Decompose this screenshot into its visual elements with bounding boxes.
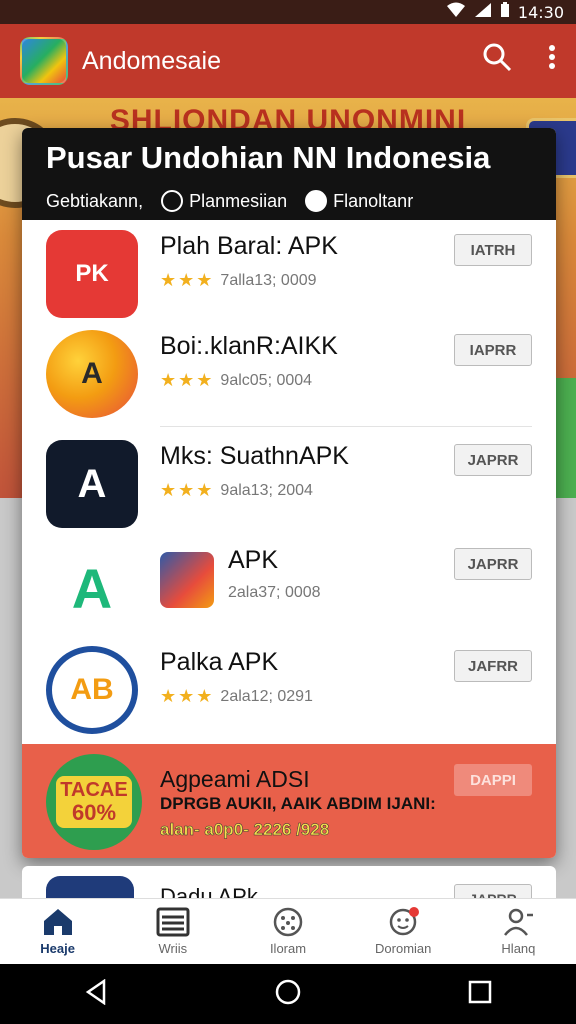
rating-text: 7alla13; 0009 — [220, 271, 317, 289]
nav-games[interactable]: Iloram — [230, 899, 345, 964]
app-icon: A — [46, 330, 138, 418]
divider — [160, 426, 532, 427]
chip-label: Gebtiakann, — [46, 190, 144, 211]
more-vert-icon[interactable] — [548, 44, 556, 75]
install-button[interactable]: IAPRR — [454, 334, 532, 366]
app-row[interactable]: A APK 2ala37; 0008 JAPRR — [22, 538, 556, 638]
nav-label: Wriis — [158, 941, 188, 956]
app-icon-label: A — [77, 461, 107, 506]
nav-profile[interactable]: Hlanq — [461, 899, 576, 964]
promo-button[interactable]: DAPPI — [454, 764, 532, 796]
app-rating: ★★★ 9ala13; 2004 — [160, 480, 313, 501]
install-button[interactable]: JAPRR — [454, 548, 532, 580]
app-bar: Andomesaie — [0, 24, 576, 98]
app-icon-label: AB — [70, 673, 114, 706]
chip-label: Planmesiian — [189, 190, 288, 211]
card-header: Pusar Undohian NN Indonesia Gebtiakann, … — [22, 128, 556, 220]
grid-icon — [161, 190, 184, 212]
list-icon — [156, 907, 190, 937]
star-rating-icon: ★★★ — [160, 270, 215, 290]
app-icon: A — [46, 440, 138, 528]
app-rating: ★★★ 7alla13; 0009 — [160, 270, 317, 291]
status-icons: 14:30 — [446, 2, 564, 22]
app-row[interactable]: A Mks: SuathnAPK ★★★ 9ala13; 2004 JAPRR — [22, 434, 556, 534]
nav-label: Doromian — [375, 941, 432, 956]
promo-banner[interactable]: TACAE 60% Agpeami ADSI DPRGB AUKII, AAIK … — [22, 744, 556, 858]
search-icon[interactable] — [482, 42, 512, 77]
app-row[interactable]: A Boi:.klanR:AIKK ★★★ 9alc05; 0004 IAPRR — [22, 324, 556, 424]
app-icon: AB — [46, 646, 138, 734]
install-button[interactable]: JAFRR — [454, 650, 532, 682]
app-name: Plah Baral: APK — [160, 232, 338, 260]
app-logo[interactable] — [20, 37, 68, 85]
nav-list[interactable]: Wriis — [115, 899, 230, 964]
rating-text: 2ala12; 0291 — [220, 687, 313, 705]
nav-notifications[interactable]: Doromian — [346, 899, 461, 964]
app-title: Andomesaie — [82, 46, 221, 75]
nav-label: Iloram — [269, 941, 307, 956]
app-name: Boi:.klanR:AIKK — [160, 332, 338, 360]
app-icon-label: A — [81, 357, 103, 390]
home-icon — [43, 909, 72, 935]
rating-text: 9alc05; 0004 — [220, 371, 313, 389]
app-row[interactable]: AB Palka APK ★★★ 2ala12; 0291 JAFRR — [22, 640, 556, 740]
bottom-nav: Heaje Wriis Iloram Doromian Hlanq — [0, 898, 576, 964]
install-button[interactable]: JAPRR — [454, 444, 532, 476]
promo-badge-line1: TACAE — [60, 778, 128, 801]
promo-code: alan- a0p0- 2226 /928 — [160, 820, 330, 840]
recents-icon[interactable] — [468, 980, 492, 1009]
app-name: APK — [228, 546, 279, 574]
system-nav-bar — [0, 964, 576, 1024]
rating-text: 9ala13; 2004 — [220, 481, 313, 499]
chip-label: Flanoltanr — [333, 190, 414, 211]
app-icon: PK — [46, 230, 138, 318]
app-rating: ★★★ 2ala12; 0291 — [160, 686, 313, 707]
nav-label: Hlanq — [501, 941, 536, 956]
back-icon[interactable] — [84, 978, 108, 1010]
card-title: Pusar Undohian NN Indonesia — [46, 140, 491, 175]
app-secondary-icon — [160, 552, 214, 608]
gamepad-icon — [305, 190, 328, 212]
star-rating-icon: ★★★ — [160, 686, 215, 706]
promo-subtitle: DPRGB AUKII, AAIK ABDIM IJANI: — [160, 794, 436, 813]
app-rating: ★★★ 9alc05; 0004 — [160, 370, 312, 391]
status-time: 14:30 — [517, 2, 564, 22]
wifi-icon — [446, 2, 466, 22]
nav-home[interactable]: Heaje — [0, 899, 115, 964]
app-rating: 2ala37; 0008 — [228, 584, 321, 602]
nav-label: Heaje — [40, 941, 75, 956]
home-circle-icon[interactable] — [275, 979, 301, 1010]
app-icon: A — [46, 544, 138, 632]
app-name: Mks: SuathnAPK — [160, 442, 349, 470]
star-rating-icon: ★★★ — [160, 370, 215, 390]
install-button[interactable]: IATRH — [454, 234, 532, 266]
star-rating-icon: ★★★ — [160, 480, 215, 500]
battery-icon — [500, 2, 510, 22]
promo-badge: TACAE 60% — [46, 754, 142, 850]
chip-category-1[interactable]: Gebtiakann, — [46, 191, 143, 212]
category-chips: Gebtiakann, Planmesiian Flanoltanr — [46, 190, 532, 212]
promo-title: Agpeami ADSI — [160, 766, 310, 792]
promo-badge-line2: 60% — [71, 799, 117, 825]
status-bar: 14:30 — [0, 0, 576, 24]
smiley-notification-icon — [389, 907, 420, 936]
rating-text: 2ala37; 0008 — [228, 584, 321, 601]
signal-icon — [474, 2, 492, 22]
app-name: Palka APK — [160, 648, 279, 676]
app-actions — [482, 42, 556, 77]
app-list-card: Pusar Undohian NN Indonesia Gebtiakann, … — [22, 128, 556, 858]
app-icon-label: A — [71, 556, 113, 620]
person-icon — [504, 908, 534, 936]
chip-category-2[interactable]: Planmesiian — [161, 190, 287, 212]
dice-icon — [273, 907, 303, 937]
app-row[interactable]: PK Plah Baral: APK ★★★ 7alla13; 0009 IATR… — [22, 224, 556, 324]
chip-category-3[interactable]: Flanoltanr — [305, 190, 413, 212]
app-icon-label: PK — [75, 260, 109, 287]
